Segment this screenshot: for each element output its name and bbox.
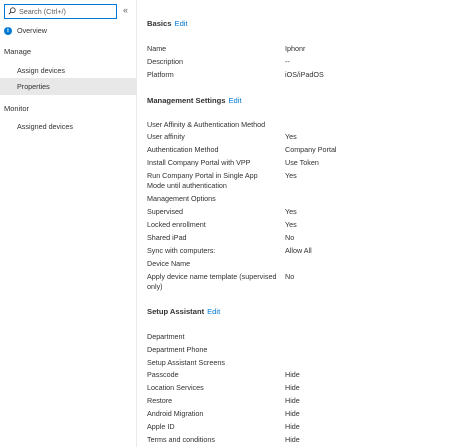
property-value: Hide	[285, 409, 300, 418]
setup-assistant-edit-link[interactable]: Edit	[207, 307, 220, 316]
monitor-heading: Monitor	[4, 104, 30, 113]
property-key: Run Company Portal in Single App Mode un…	[147, 171, 258, 190]
property-value: Yes	[285, 171, 297, 180]
basics-title: Basics	[147, 19, 172, 28]
property-value: Hide	[285, 435, 300, 444]
property-key: Authentication Method	[147, 145, 219, 154]
property-value: Hide	[285, 370, 300, 379]
search-input[interactable]	[19, 7, 114, 16]
department-phone-heading: Department Phone	[147, 345, 208, 354]
collapse-sidebar-button[interactable]: «	[123, 5, 128, 15]
property-key: Terms and conditions	[147, 435, 215, 444]
property-key: Locked enrollment	[147, 220, 206, 229]
setup-screens-heading: Setup Assistant Screens	[147, 358, 225, 367]
sidebar-item-properties[interactable]: Properties	[0, 78, 137, 95]
management-options-heading: Management Options	[147, 194, 216, 203]
management-title: Management Settings	[147, 96, 226, 105]
sidebar-item-assigned-devices[interactable]: Assigned devices	[0, 118, 137, 135]
property-key: Shared iPad	[147, 233, 187, 242]
property-key: Apply device name template (supervised o…	[147, 272, 277, 291]
property-value: iOS/iPadOS	[285, 70, 324, 79]
property-value: Allow All	[285, 246, 312, 255]
setup-assistant-section-title: Setup Assistant Edit	[147, 307, 220, 316]
property-value: Hide	[285, 383, 300, 392]
department-heading: Department	[147, 332, 185, 341]
manage-heading: Manage	[4, 47, 32, 56]
property-key: Android Migration	[147, 409, 204, 418]
property-key: Description	[147, 57, 183, 66]
property-key: User affinity	[147, 132, 185, 141]
property-value: Iphonr	[285, 44, 306, 53]
search-icon	[8, 6, 16, 17]
basics-section-title: Basics Edit	[147, 19, 188, 28]
property-key: Sync with computers:	[147, 246, 216, 255]
property-key: Supervised	[147, 207, 183, 216]
property-key: Install Company Portal with VPP	[147, 158, 251, 167]
management-section-title: Management Settings Edit	[147, 96, 242, 105]
info-icon: i	[4, 26, 12, 35]
property-value: Hide	[285, 422, 300, 431]
user-affinity-heading: User Affinity & Authentication Method	[147, 120, 266, 129]
property-key: Restore	[147, 396, 173, 405]
sidebar-item-overview[interactable]: i Overview	[0, 22, 137, 39]
property-value: Company Portal	[285, 145, 337, 154]
setup-assistant-title: Setup Assistant	[147, 307, 205, 316]
sidebar-item-assign-devices[interactable]: Assign devices	[0, 62, 137, 79]
property-value: Yes	[285, 132, 297, 141]
property-value: Use Token	[285, 158, 319, 167]
basics-edit-link[interactable]: Edit	[175, 19, 188, 28]
property-key: Location Services	[147, 383, 204, 392]
search-box[interactable]	[4, 4, 117, 19]
property-key: Name	[147, 44, 167, 53]
management-edit-link[interactable]: Edit	[228, 96, 241, 105]
property-value: --	[285, 57, 290, 66]
sidebar-item-label: Assigned devices	[17, 122, 73, 131]
sidebar-item-label: Properties	[17, 82, 50, 91]
property-key: Passcode	[147, 370, 179, 379]
property-key: Apple ID	[147, 422, 175, 431]
property-value: No	[285, 233, 295, 242]
property-value: Yes	[285, 207, 297, 216]
property-key: Platform	[147, 70, 174, 79]
property-value: Hide	[285, 396, 300, 405]
sidebar: « i Overview Manage Assign devices Prope…	[0, 0, 137, 447]
property-value: Yes	[285, 220, 297, 229]
device-name-heading: Device Name	[147, 259, 191, 268]
sidebar-item-label: Assign devices	[17, 66, 65, 75]
property-value: No	[285, 272, 295, 281]
